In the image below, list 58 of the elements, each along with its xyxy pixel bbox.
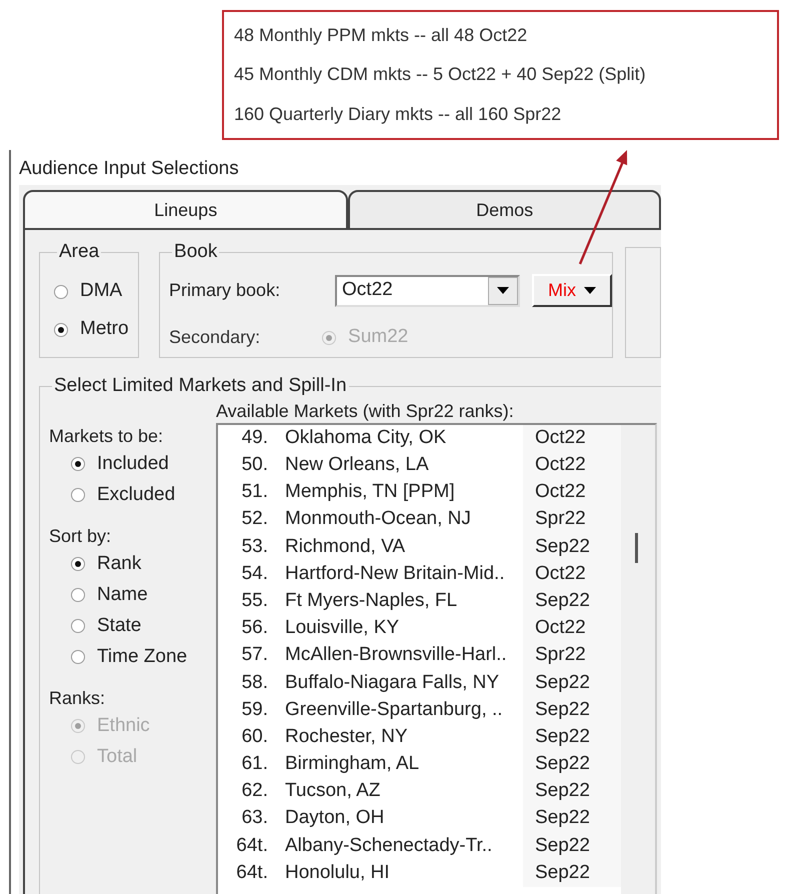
radio-button[interactable] (54, 322, 68, 336)
field-label: Secondary: (169, 326, 262, 349)
tab[interactable]: Demos (348, 190, 661, 230)
radio-label: Sum22 (348, 325, 408, 350)
radio-button[interactable] (71, 588, 85, 602)
list-row[interactable]: 50. New Orleans, LA Oct22 (218, 452, 621, 479)
radio-label: Name (97, 582, 148, 607)
radio-button[interactable] (71, 650, 85, 664)
list-row[interactable]: 52. Monmouth-Ocean, NJ Spr22 (218, 506, 621, 534)
group-title: Book (173, 240, 218, 264)
group-label: Sort by: (49, 524, 112, 548)
list-row[interactable]: 54. Hartford-New Britain-Mid.. Oct22 (218, 560, 621, 588)
group-label: Ranks: (49, 686, 106, 710)
book-dropdown[interactable]: Oct22 (335, 274, 520, 306)
callout-text: 160 Quarterly Diary mkts -- all 160 Spr22 (234, 102, 562, 126)
list-row[interactable]: 64t. Honolulu, HI Sep22 (218, 860, 621, 887)
list-row[interactable]: 58. Buffalo-Niagara Falls, NY Sep22 (218, 669, 621, 696)
radio-button[interactable] (54, 284, 68, 298)
field-label: Primary book: (169, 279, 282, 302)
markets-listbox[interactable] (216, 422, 657, 894)
radio-label: State (97, 614, 142, 638)
list-row[interactable]: 63. Dayton, OH Sep22 (218, 805, 621, 832)
radio-label: DMA (80, 279, 122, 304)
group-title: Area (58, 240, 100, 264)
list-row[interactable]: 60. Rochester, NY Sep22 (218, 724, 621, 751)
window-title: Audience Input Selections (19, 157, 239, 181)
list-row[interactable]: 51. Memphis, TN [PPM] Oct22 (218, 478, 621, 506)
radio-label: Ethnic (97, 714, 150, 738)
mix-button[interactable]: Mix (532, 274, 612, 307)
list-row[interactable]: 61. Birmingham, AL Sep22 (218, 750, 621, 778)
callout-text: 45 Monthly CDM mkts -- 5 Oct22 + 40 Sep22 (Split) (234, 63, 647, 86)
list-row[interactable]: 56. Louisville, KY Oct22 (218, 614, 621, 642)
group-title: Select Limited Markets and Spill-In (53, 374, 348, 398)
list-row[interactable]: 59. Greenville-Spartanburg, .. Sep22 (218, 696, 621, 724)
radio-label: Rank (97, 552, 142, 576)
list-row[interactable]: 49. Oklahoma City, OK Oct22 (218, 424, 621, 452)
radio-label: Excluded (97, 482, 176, 507)
list-label: Available Markets (with Spr22 ranks): (216, 400, 514, 422)
tab[interactable]: Lineups (23, 190, 348, 230)
dropdown-caret-icon (497, 287, 510, 294)
radio-button[interactable] (71, 457, 85, 471)
list-row[interactable]: 57. McAllen-Brownsville-Harl.. Spr22 (218, 642, 621, 670)
radio-button[interactable] (71, 619, 85, 633)
scrollbar[interactable] (621, 424, 655, 894)
group-label: Markets to be: (49, 424, 164, 448)
radio-button[interactable] (71, 557, 85, 571)
callout-text: 48 Monthly PPM mkts -- all 48 Oct22 (234, 24, 528, 48)
caret-icon (584, 287, 596, 294)
list-row[interactable]: 64t. Albany-Schenectady-Tr.. Sep22 (218, 832, 621, 860)
radio-button[interactable] (71, 488, 85, 502)
radio-label: Time Zone (97, 644, 188, 669)
list-row[interactable]: 53. Richmond, VA Sep22 (218, 533, 621, 560)
scrollbar-thumb[interactable] (635, 532, 638, 562)
list-row[interactable]: 55. Ft Myers-Naples, FL Sep22 (218, 588, 621, 615)
list-row[interactable]: 62. Tucson, AZ Sep22 (218, 778, 621, 806)
radio-label: Total (97, 744, 138, 769)
radio-label: Metro (80, 317, 129, 342)
radio-label: Included (97, 452, 169, 476)
